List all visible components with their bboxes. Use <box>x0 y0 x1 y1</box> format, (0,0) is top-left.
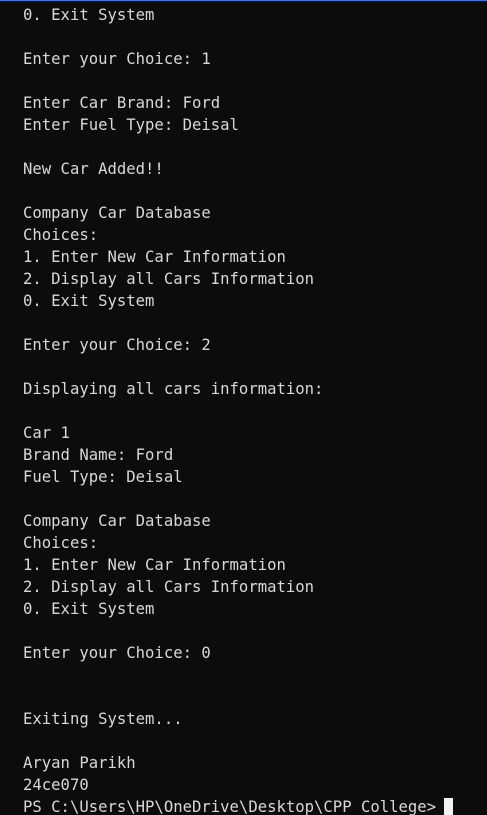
output-line: New Car Added!! <box>23 160 164 178</box>
output-line: Enter your Choice: 0 <box>23 644 211 662</box>
output-line: 24ce070 <box>23 776 89 794</box>
output-line: Choices: <box>23 226 99 244</box>
command-prompt[interactable]: PS C:\Users\HP\OneDrive\Desktop\CPP Coll… <box>23 796 487 815</box>
output-line: 2. Display all Cars Information <box>23 270 315 288</box>
output-line: Fuel Type: Deisal <box>23 468 183 486</box>
output-line: 1. Enter New Car Information <box>23 556 286 574</box>
output-line: Enter Car Brand: Ford <box>23 94 221 112</box>
output-line: Company Car Database <box>23 512 211 530</box>
output-line: 2. Display all Cars Information <box>23 578 315 596</box>
output-line: 1. Enter New Car Information <box>23 248 286 266</box>
output-line: Choices: <box>23 534 99 552</box>
output-line: 0. Exit System <box>23 292 155 310</box>
output-line: Displaying all cars information: <box>23 380 324 398</box>
output-line: Brand Name: Ford <box>23 446 174 464</box>
terminal-window[interactable]: 0. Exit System Enter your Choice: 1 Ente… <box>0 0 487 815</box>
output-line: Enter Fuel Type: Deisal <box>23 116 239 134</box>
output-line: 0. Exit System <box>23 600 155 618</box>
text-cursor <box>444 797 454 815</box>
output-line: Car 1 <box>23 424 70 442</box>
output-line: Exiting System... <box>23 710 183 728</box>
output-line: Enter your Choice: 1 <box>23 50 211 68</box>
output-line: Company Car Database <box>23 204 211 222</box>
terminal-output: 0. Exit System Enter your Choice: 1 Ente… <box>23 4 487 796</box>
prompt-path: PS C:\Users\HP\OneDrive\Desktop\CPP Coll… <box>23 798 437 815</box>
output-line: Aryan Parikh <box>23 754 136 772</box>
output-line: Enter your Choice: 2 <box>23 336 211 354</box>
output-line: 0. Exit System <box>23 6 155 24</box>
